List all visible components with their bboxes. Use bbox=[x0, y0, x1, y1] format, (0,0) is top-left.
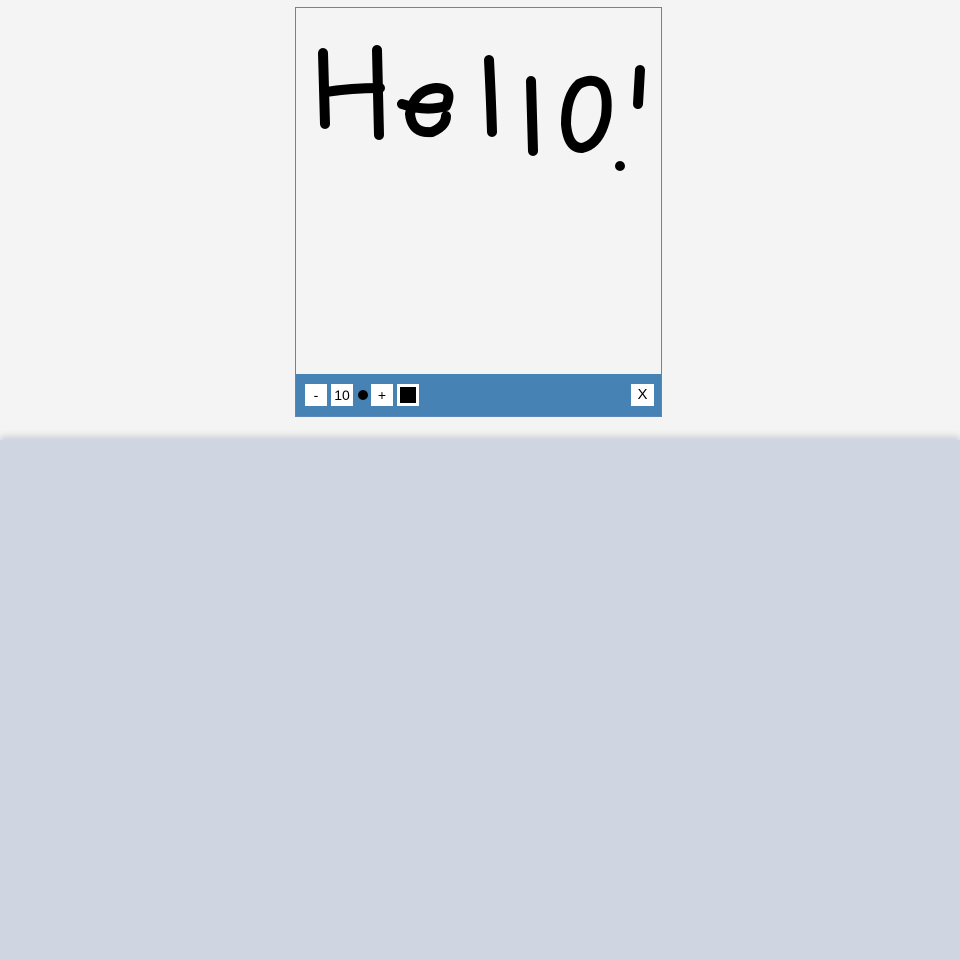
sketch-toolbar: - 10 + X bbox=[296, 374, 661, 416]
stroke-letter-e bbox=[397, 83, 454, 138]
brush-size-value: 10 bbox=[331, 384, 353, 406]
handwriting-strokes bbox=[318, 45, 645, 171]
lower-panel bbox=[0, 440, 960, 960]
stroke-letter-o bbox=[561, 75, 612, 153]
stroke-letter-l2 bbox=[526, 76, 538, 156]
sketch-pad: - 10 + X bbox=[295, 7, 662, 417]
stroke-exclamation-dot bbox=[615, 161, 625, 171]
stroke-letter-l1 bbox=[484, 55, 497, 137]
stroke-exclamation bbox=[633, 65, 645, 109]
drawing-canvas[interactable] bbox=[296, 8, 661, 375]
brush-preview-dot-icon bbox=[358, 390, 368, 400]
close-button[interactable]: X bbox=[631, 384, 654, 406]
decrease-brush-button[interactable]: - bbox=[305, 384, 327, 406]
increase-brush-button[interactable]: + bbox=[371, 384, 393, 406]
color-picker-button[interactable] bbox=[397, 384, 419, 406]
color-swatch-fill bbox=[400, 387, 416, 403]
